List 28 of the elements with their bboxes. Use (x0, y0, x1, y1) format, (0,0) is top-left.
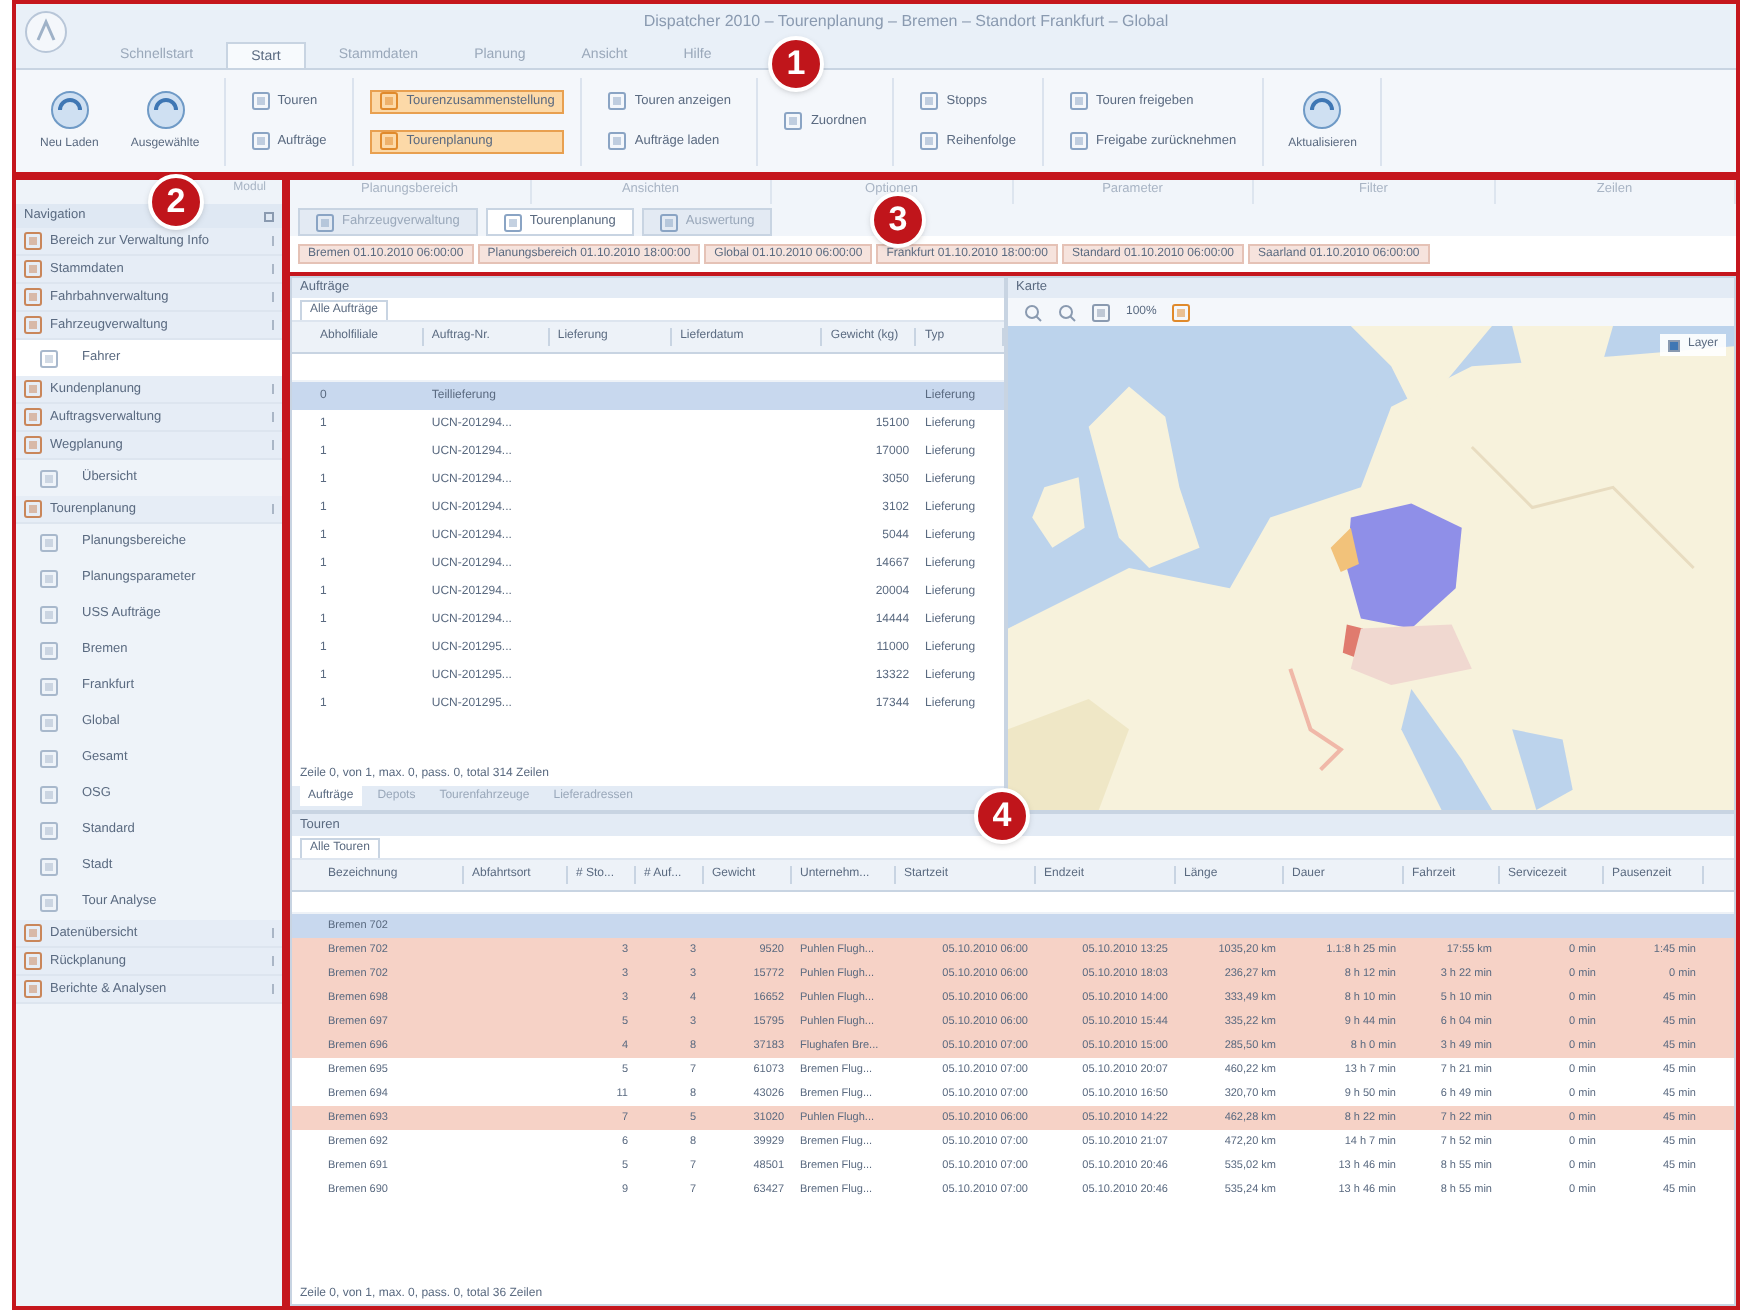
grid-icon (316, 213, 334, 231)
refresh-icon (47, 88, 92, 132)
annotation-marker: 1 (768, 36, 824, 92)
app-logo-icon (24, 10, 68, 54)
grid-icon (1069, 132, 1088, 150)
zoom-out-icon[interactable] (1058, 303, 1076, 321)
grid-icon (920, 92, 939, 110)
grid-icon (251, 92, 270, 110)
layer-icon (1172, 303, 1191, 321)
grid-icon (659, 213, 678, 231)
grid-icon (251, 132, 270, 150)
grid-icon (1069, 92, 1088, 110)
grid-icon (40, 469, 58, 487)
grid-icon (380, 92, 399, 110)
refresh-icon (1300, 88, 1345, 132)
frame-icon (1092, 303, 1110, 321)
zoom-in-icon[interactable] (1024, 303, 1042, 321)
grid-icon (503, 213, 522, 231)
grid-icon (608, 92, 627, 110)
grid-icon (608, 132, 627, 150)
grid-icon (784, 112, 803, 130)
grid-icon (40, 349, 58, 367)
refresh-icon (143, 88, 188, 132)
grid-icon (920, 132, 939, 150)
grid-icon (380, 132, 399, 150)
window-title: Dispatcher 2010 – Tourenplanung – Bremen – Standort Frankfurt – Global (641, 10, 1171, 34)
folder-icon (24, 500, 42, 518)
annotation-marker: 3 (870, 192, 926, 248)
